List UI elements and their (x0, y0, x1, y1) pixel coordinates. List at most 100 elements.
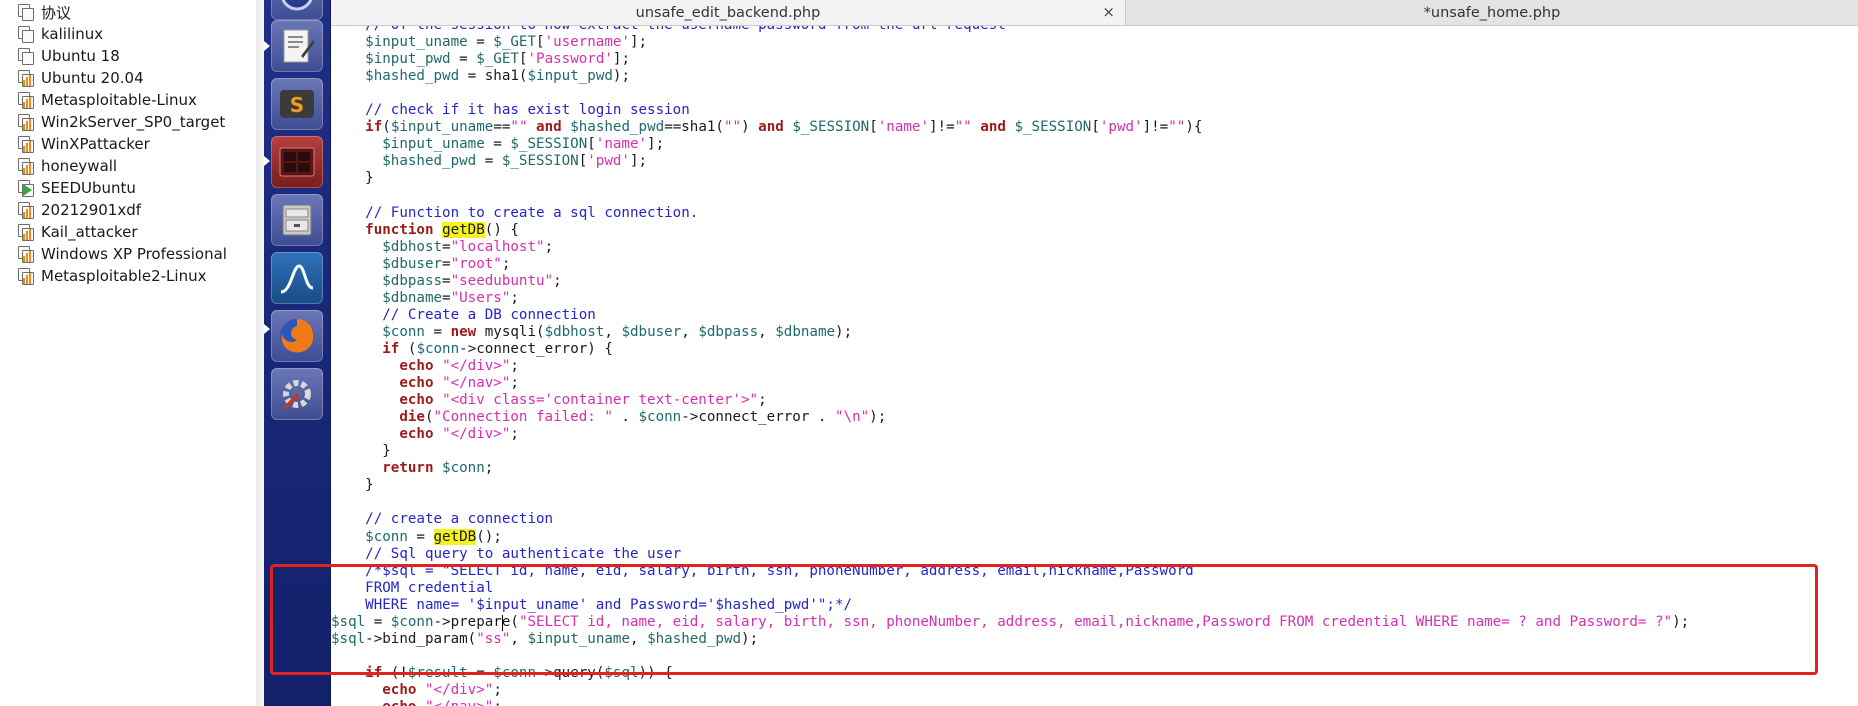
vm-list-item[interactable]: Kail_attacker (18, 221, 138, 243)
code-token: $dbname (775, 323, 836, 340)
code-token: $input_uname (390, 119, 494, 136)
code-line: if ($conn->connect_error) { (331, 341, 613, 358)
vm-list-item[interactable]: kalilinux (18, 23, 103, 45)
code-line: function getDB() { (331, 221, 519, 239)
vm-name: Kail_attacker (41, 223, 138, 241)
code-line: return $conn; (331, 460, 493, 477)
code-token: "</nav>" (442, 375, 511, 392)
code-token: ; (484, 460, 494, 477)
tab-unsafe-edit-backend[interactable]: unsafe_edit_backend.php × (331, 0, 1126, 25)
code-token: // Function to create a sql connection. (331, 204, 699, 221)
code-token: ){ (1185, 119, 1203, 136)
code-token: = (424, 323, 451, 340)
code-token: } (331, 477, 374, 494)
code-token: , (681, 323, 699, 340)
vm-list-item[interactable]: honeywall (18, 155, 117, 177)
code-line: // Function to create a sql connection. (331, 205, 698, 222)
file-manager-icon[interactable] (271, 194, 323, 246)
vm-name: Metasploitable2-Linux (41, 267, 207, 285)
code-token: = (407, 528, 434, 545)
code-line: echo "</nav>"; (331, 375, 519, 392)
code-token: (! (382, 664, 408, 681)
code-line: FROM credential (331, 580, 493, 597)
vm-list-item[interactable]: Metasploitable-Linux (18, 89, 197, 111)
vm-list-item[interactable]: Ubuntu 20.04 (18, 67, 144, 89)
code-token: "" (723, 119, 742, 136)
code-token: ->connect_error . (681, 409, 835, 426)
code-line: // Sql query to authenticate the user (331, 546, 681, 563)
vm-list-item[interactable]: Ubuntu 18 (18, 45, 120, 67)
vm-name: Metasploitable-Linux (41, 91, 197, 109)
code-line: // Create a DB connection (331, 307, 596, 324)
launcher-active-pip (264, 41, 270, 51)
code-line: echo "</div>"; (331, 426, 519, 443)
vm-list-item[interactable]: Windows XP Professional (18, 243, 227, 265)
code-token: )) { (638, 664, 673, 681)
code-token: = (450, 51, 477, 68)
code-token: "</div>" (424, 681, 494, 698)
vm-name: Ubuntu 20.04 (41, 69, 144, 87)
vm-running-icon (18, 158, 34, 175)
code-editor[interactable]: // of the session to now extract the use… (331, 26, 1858, 706)
terminal-icon[interactable] (271, 136, 323, 188)
text-editor-icon[interactable] (271, 20, 323, 72)
code-token: $hashed_pwd (570, 119, 665, 136)
vm-list-item[interactable]: Win2kServer_SP0_target (18, 111, 225, 133)
vm-list-item[interactable]: 20212901xdf (18, 199, 141, 221)
code-token: $input_uname (527, 630, 630, 647)
code-token: ]; (629, 153, 648, 170)
code-token: ]; (612, 51, 630, 68)
code-token: , (510, 630, 528, 647)
vm-list-item[interactable]: 协议 (18, 1, 71, 23)
code-token: ==sha1( (664, 119, 724, 136)
code-token: // Sql query to authenticate the user (331, 545, 682, 562)
vm-name: 20212901xdf (41, 201, 142, 219)
code-token: $hashed_pwd (365, 68, 460, 85)
code-token: and (980, 119, 1006, 136)
code-token: $conn (638, 409, 682, 426)
dash-icon[interactable] (271, 0, 323, 20)
firefox-icon[interactable] (271, 310, 323, 362)
code-line: /*$sql = "SELECT id, name, eid, salary, … (331, 563, 1194, 580)
code-token: 'pwd' (1099, 119, 1143, 136)
vm-list-item[interactable]: WinXPattacker (18, 133, 150, 155)
code-token: ->bind_param( (365, 630, 477, 647)
code-token: if (365, 664, 383, 681)
code-token: } (331, 443, 391, 460)
close-icon[interactable]: × (1102, 3, 1115, 21)
code-token: [ (536, 34, 545, 51)
code-token: $_GET (476, 51, 519, 68)
code-token: ); (612, 68, 630, 85)
code-token: ; (510, 426, 519, 443)
system-settings-icon[interactable] (271, 368, 323, 420)
vm-list-item[interactable]: SEEDUbuntu (18, 177, 136, 199)
code-token: $conn (390, 613, 434, 630)
vm-name: WinXPattacker (41, 135, 150, 153)
code-token: echo (399, 392, 434, 409)
code-token: ) (741, 119, 759, 136)
vm-list-item[interactable]: Metasploitable2-Linux (18, 265, 206, 287)
code-token: "</div>" (442, 358, 511, 374)
code-token: . (612, 409, 639, 426)
code-token: ( (424, 409, 434, 426)
code-token: "" (510, 119, 528, 136)
code-token: $conn (442, 460, 485, 477)
code-line: echo "<div class='container text-center'… (331, 392, 766, 409)
code-token: () { (484, 221, 519, 238)
sublime-text-icon[interactable]: S (271, 78, 323, 130)
tab-unsafe-home[interactable]: *unsafe_home.php (1126, 0, 1858, 25)
code-token: echo (382, 681, 417, 698)
code-line: $conn = new mysqli($dbhost, $dbuser, $db… (331, 324, 852, 341)
wireshark-icon[interactable] (271, 252, 323, 304)
